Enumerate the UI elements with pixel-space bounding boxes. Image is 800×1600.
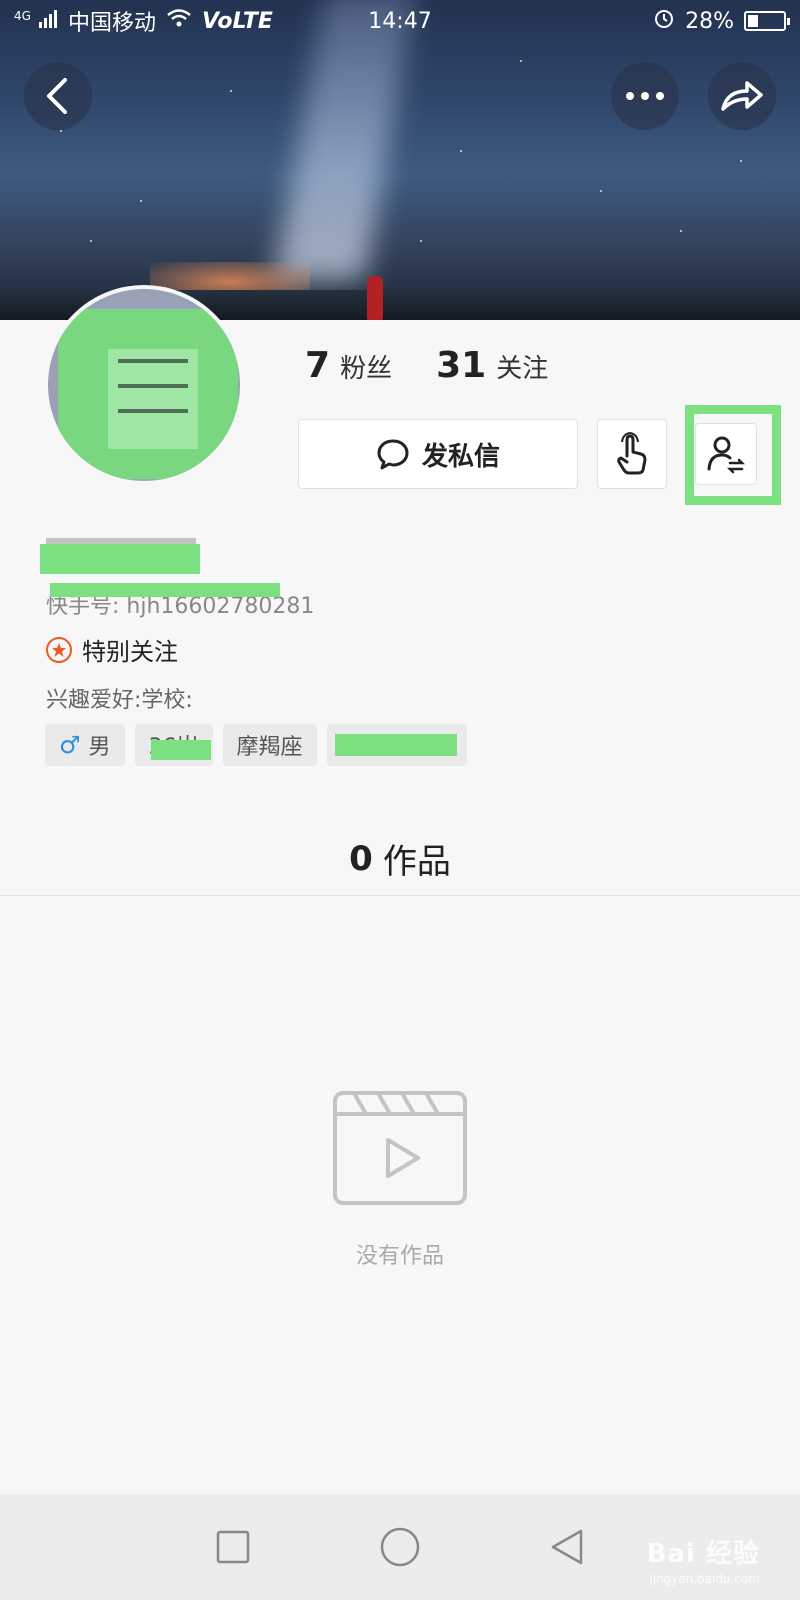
nav-back-icon — [551, 1529, 582, 1565]
avatar-line — [118, 359, 188, 363]
more-icon — [626, 92, 664, 100]
status-bar: 4G 中国移动 VoLTE 14:47 28% — [0, 0, 800, 42]
more-button[interactable] — [611, 62, 679, 130]
location-tag — [326, 724, 467, 766]
star-badge-icon — [46, 636, 72, 663]
system-nav-bar: Bai 经验 jingyan.baidu.com — [0, 1494, 800, 1600]
works-count: 0 — [349, 838, 373, 879]
avatar-line — [118, 409, 188, 413]
empty-works-text: 没有作品 — [355, 1244, 444, 1269]
following-count: 31 — [436, 345, 487, 386]
age-redaction — [150, 740, 211, 760]
works-label: 作品 — [382, 842, 451, 882]
battery-icon — [744, 11, 790, 31]
status-right: 28% — [653, 7, 790, 35]
zodiac-tag: 摩羯座 — [222, 724, 317, 766]
profile-stats: 7 粉丝 31 关注 — [305, 345, 548, 386]
message-bubble-icon — [377, 439, 409, 470]
cover-image — [0, 0, 800, 320]
video-clapper-icon — [332, 1090, 468, 1206]
nav-recent-icon — [217, 1530, 250, 1564]
poke-hand-icon — [617, 432, 647, 475]
following-label: 关注 — [496, 354, 549, 384]
cover-star — [600, 190, 602, 192]
works-tab[interactable]: 0 作品 — [0, 822, 800, 896]
share-button[interactable] — [708, 62, 776, 130]
battery-percent: 28% — [685, 8, 734, 34]
alarm-icon — [653, 7, 675, 35]
avatar-line — [118, 384, 188, 388]
cover-star — [140, 200, 142, 202]
volte-label: VoLTE — [201, 8, 273, 34]
signal-icon: 4G — [14, 9, 58, 34]
cover-light-beam — [274, 0, 416, 280]
kuaishou-id-redaction — [50, 583, 280, 597]
nav-home-button[interactable] — [380, 1527, 420, 1567]
status-left: 4G 中国移动 VoLTE — [14, 5, 273, 37]
special-follow[interactable]: 特别关注 — [46, 632, 178, 667]
followers-stat[interactable]: 7 粉丝 — [305, 345, 392, 386]
watermark-brand: Bai 经验 — [646, 1539, 760, 1569]
share-icon — [721, 81, 763, 111]
cover-person — [367, 276, 383, 320]
location-redaction — [334, 734, 457, 756]
interests: 兴趣爱好:学校: — [46, 688, 193, 713]
send-message-label: 发私信 — [421, 441, 500, 472]
highlight-box — [685, 405, 781, 505]
network-type: 4G — [14, 8, 31, 23]
cover-star — [60, 130, 62, 132]
username-redaction — [40, 544, 200, 574]
watermark-url: jingyan.baidu.com — [649, 1572, 760, 1586]
age-tag: 36岁 — [134, 724, 213, 766]
carrier-name: 中国移动 — [67, 11, 156, 36]
cover-star — [680, 230, 682, 232]
cover-star — [420, 240, 422, 242]
followers-label: 粉丝 — [340, 354, 393, 384]
cover-star — [520, 60, 522, 62]
profile-tags: ♂ 男 36岁 摩羯座 — [45, 724, 467, 766]
cover-star — [90, 240, 92, 242]
cover-star — [460, 150, 462, 152]
poke-button[interactable] — [597, 419, 667, 489]
following-stat[interactable]: 31 关注 — [436, 345, 548, 386]
special-follow-label: 特别关注 — [82, 638, 178, 666]
gender-label: 男 — [88, 735, 111, 760]
cover-star — [230, 90, 232, 92]
wifi-icon — [166, 8, 192, 34]
gender-tag: ♂ 男 — [45, 724, 125, 766]
back-arrow-icon — [47, 78, 67, 114]
male-icon: ♂ — [59, 731, 81, 759]
zodiac-label: 摩羯座 — [236, 735, 303, 760]
nav-recent-button[interactable] — [213, 1527, 253, 1567]
send-message-button[interactable]: 发私信 — [298, 419, 578, 489]
avatar-redaction-inner — [108, 349, 198, 449]
nav-back-button[interactable] — [547, 1527, 587, 1567]
followers-count: 7 — [305, 345, 331, 386]
nav-home-icon — [380, 1527, 420, 1567]
back-button[interactable] — [24, 62, 92, 130]
cover-star — [740, 160, 742, 162]
avatar[interactable] — [44, 285, 244, 485]
